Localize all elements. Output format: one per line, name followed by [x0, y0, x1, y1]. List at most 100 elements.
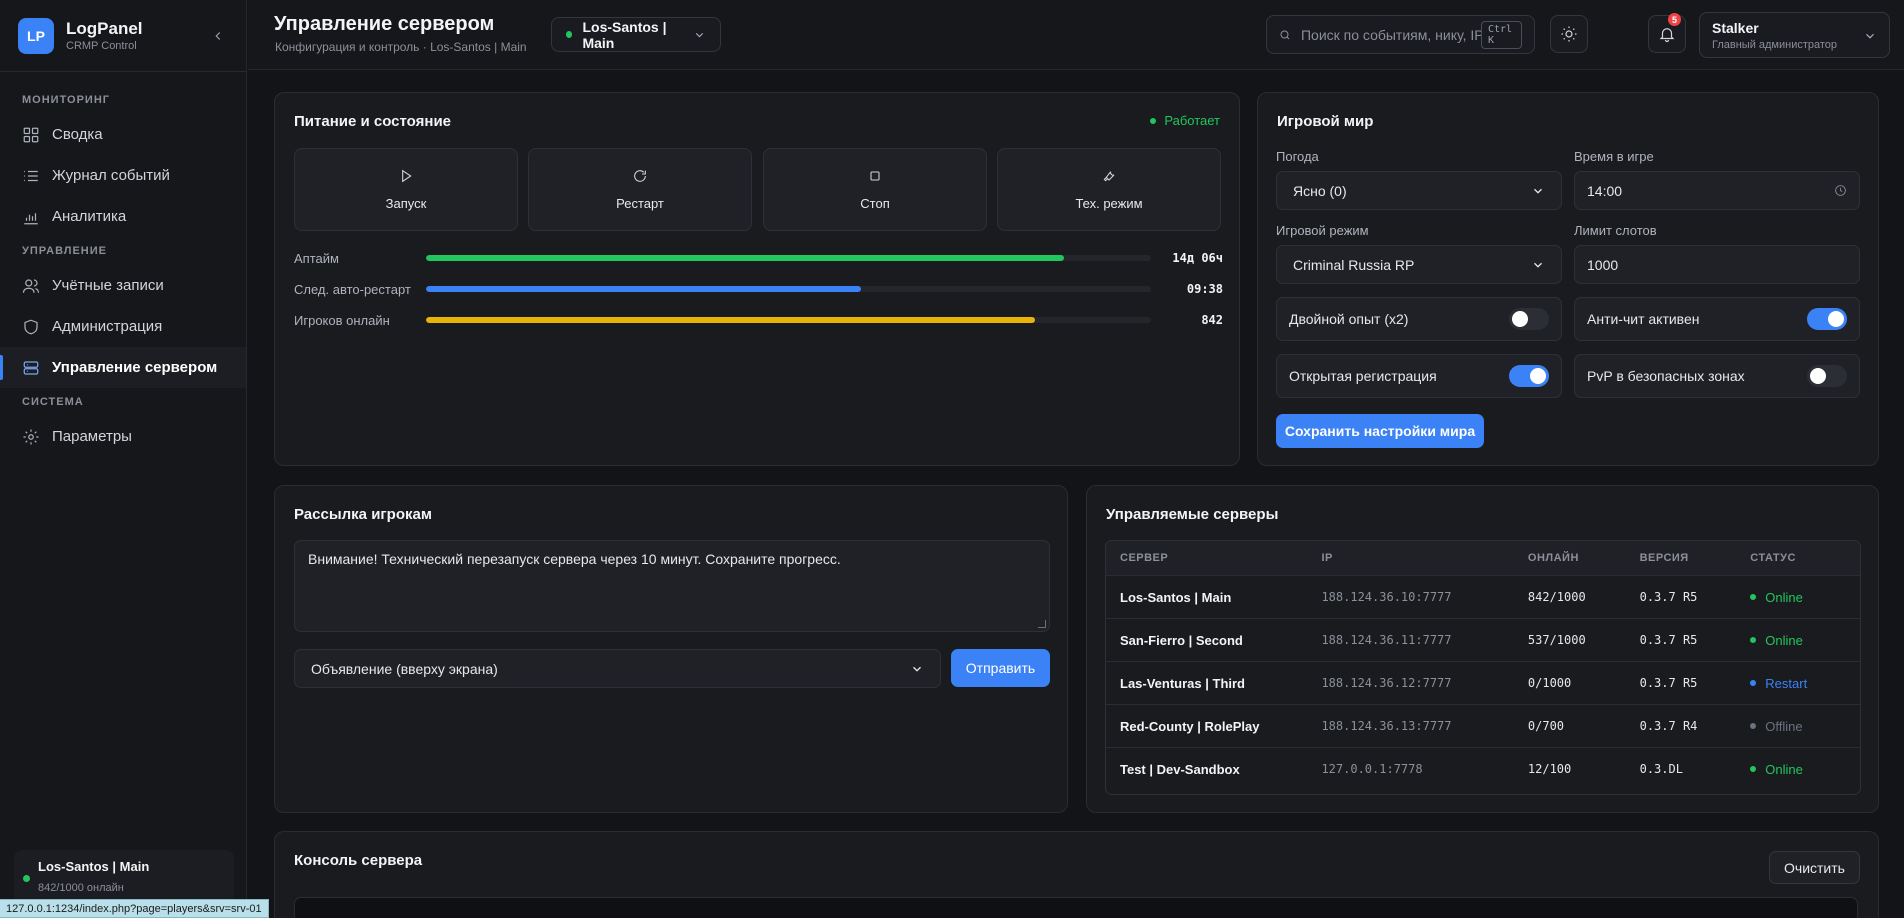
page-title: Управление сервером	[274, 13, 495, 35]
server-select-value: Los-Santos | Main	[582, 18, 667, 51]
game-time-label: Время в игре	[1574, 149, 1654, 164]
restart-button[interactable]: Рестарт	[528, 148, 752, 231]
server-ip: 188.124.36.13:7777	[1321, 719, 1452, 733]
stop-button[interactable]: Стоп	[763, 148, 987, 231]
pvp-safe-zones-toggle[interactable]	[1807, 365, 1847, 387]
players-online-bar	[426, 317, 1151, 323]
server-ip: 188.124.36.12:7777	[1321, 676, 1452, 690]
broadcast-type-select[interactable]: Объявление (вверху экрана)	[294, 649, 941, 688]
sidebar-item-settings[interactable]: Параметры	[0, 416, 246, 457]
toggle-label: PvP в безопасных зонах	[1587, 368, 1745, 384]
clear-console-button[interactable]: Очистить	[1769, 851, 1860, 884]
wrench-icon	[1103, 171, 1115, 182]
chevron-down-icon	[1534, 188, 1542, 194]
chevron-left-icon	[215, 32, 221, 40]
uptime-metric: Аптайм 14д 06ч	[294, 248, 1223, 268]
start-button-label: Запуск	[385, 196, 427, 211]
broadcast-card: Рассылка игрокам Внимание! Технический п…	[274, 485, 1068, 813]
save-world-settings-button[interactable]: Сохранить настройки мира	[1276, 414, 1484, 448]
bar-chart-icon	[24, 212, 38, 224]
server-online: 0/1000	[1527, 676, 1572, 690]
status-badge: Online	[1750, 590, 1860, 605]
broadcast-type-value: Объявление (вверху экрана)	[311, 660, 498, 677]
table-row[interactable]: Los-Santos | Main 188.124.36.10:7777 842…	[1106, 575, 1860, 618]
toggle-label: Анти-чит активен	[1587, 311, 1700, 327]
sidebar-item-label: Аналитика	[52, 208, 127, 225]
user-name: Stalker	[1712, 20, 1759, 36]
server-status-badge: Работает	[1150, 113, 1220, 128]
server-online: 842/1000	[1527, 590, 1586, 604]
server-online: 12/100	[1527, 762, 1572, 776]
table-row[interactable]: Las-Venturas | Third 188.124.36.12:7777 …	[1106, 661, 1860, 704]
server-ip: 188.124.36.10:7777	[1321, 590, 1452, 604]
slot-limit-value: 1000	[1587, 256, 1619, 273]
sidebar-item-server-management[interactable]: Управление сервером	[0, 347, 246, 388]
status-dot	[1750, 680, 1757, 686]
search-shortcut: Ctrl K	[1480, 20, 1522, 49]
power-card-title: Питание и состояние	[294, 113, 452, 130]
server-version: 0.3.7 R4	[1639, 719, 1698, 733]
send-broadcast-button[interactable]: Отправить	[951, 649, 1050, 687]
uptime-bar	[426, 255, 1151, 261]
weather-label: Погода	[1276, 149, 1319, 164]
column-header-version: ВЕРСИЯ	[1639, 552, 1689, 564]
theme-toggle-button[interactable]	[1550, 15, 1588, 53]
status-text: Online	[1765, 589, 1803, 605]
sidebar-item-administration[interactable]: Администрация	[0, 306, 246, 347]
table-row[interactable]: San-Fierro | Second 188.124.36.11:7777 5…	[1106, 618, 1860, 661]
server-name: Red-County | RolePlay	[1120, 718, 1260, 734]
game-time-input[interactable]: 14:00	[1574, 171, 1860, 210]
server-version: 0.3.7 R5	[1639, 676, 1698, 690]
table-row[interactable]: Test | Dev-Sandbox 127.0.0.1:7778 12/100…	[1106, 747, 1860, 790]
user-menu[interactable]: Stalker Главный администратор	[1699, 12, 1890, 58]
broadcast-card-title: Рассылка игрокам	[294, 506, 432, 523]
start-button[interactable]: Запуск	[294, 148, 518, 231]
server-name: Las-Venturas | Third	[1120, 675, 1245, 691]
anticheat-toggle-row: Анти-чит активен	[1574, 297, 1860, 341]
table-row[interactable]: Red-County | RolePlay 188.124.36.13:7777…	[1106, 704, 1860, 747]
status-badge: Online	[1750, 633, 1860, 648]
broadcast-message-textarea[interactable]: Внимание! Технический перезапуск сервера…	[294, 540, 1050, 632]
toggle-label: Открытая регистрация	[1289, 368, 1437, 384]
metric-label: След. авто-рестарт	[294, 281, 411, 297]
sidebar-item-analytics[interactable]: Аналитика	[0, 196, 246, 237]
auto-restart-bar	[426, 286, 1151, 292]
anticheat-toggle[interactable]	[1807, 308, 1847, 330]
metric-value: 09:38	[1186, 282, 1223, 296]
weather-select[interactable]: Ясно (0)	[1276, 171, 1562, 210]
open-registration-toggle[interactable]	[1509, 365, 1549, 387]
world-card: Игровой мир Погода Ясно (0) Время в игре…	[1257, 92, 1879, 466]
uptime-bar-fill	[426, 255, 1064, 261]
brand: LP LogPanel CRMP Control	[0, 0, 246, 72]
chevron-down-icon	[913, 666, 921, 672]
notifications-button[interactable]: 5	[1648, 13, 1686, 53]
game-mode-select[interactable]: Criminal Russia RP	[1276, 245, 1562, 284]
sidebar-item-event-log[interactable]: Журнал событий	[0, 155, 246, 196]
status-text: Online	[1765, 761, 1803, 777]
server-version: 0.3.7 R5	[1639, 590, 1698, 604]
status-badge: Online	[1750, 762, 1860, 777]
weather-select-value: Ясно (0)	[1293, 182, 1347, 199]
server-card-online: 842/1000 онлайн	[38, 882, 124, 894]
slot-limit-input[interactable]: 1000	[1574, 245, 1860, 284]
players-online-metric: Игроков онлайн 842	[294, 310, 1223, 330]
server-name: San-Fierro | Second	[1120, 632, 1243, 648]
maintenance-button[interactable]: Тех. режим	[997, 148, 1221, 231]
restart-button-label: Рестарт	[616, 196, 664, 211]
search-input[interactable]	[1300, 26, 1481, 43]
sidebar-item-label: Администрация	[52, 318, 163, 335]
current-server-card[interactable]: Los-Santos | Main 842/1000 онлайн	[14, 850, 234, 906]
grid-icon	[23, 127, 39, 142]
search-box[interactable]: Ctrl K	[1266, 15, 1535, 54]
double-xp-toggle[interactable]	[1509, 308, 1549, 330]
collapse-sidebar-button[interactable]	[208, 26, 228, 46]
stop-icon	[870, 171, 880, 181]
server-select[interactable]: Los-Santos | Main	[551, 17, 721, 52]
resize-handle[interactable]	[1038, 620, 1046, 628]
players-online-bar-fill	[426, 317, 1035, 323]
server-ip: 188.124.36.11:7777	[1321, 633, 1452, 647]
sidebar-item-accounts[interactable]: Учётные записи	[0, 265, 246, 306]
sidebar-item-summary[interactable]: Сводка	[0, 114, 246, 155]
server-ip: 127.0.0.1:7778	[1321, 762, 1423, 776]
list-icon	[24, 170, 38, 181]
